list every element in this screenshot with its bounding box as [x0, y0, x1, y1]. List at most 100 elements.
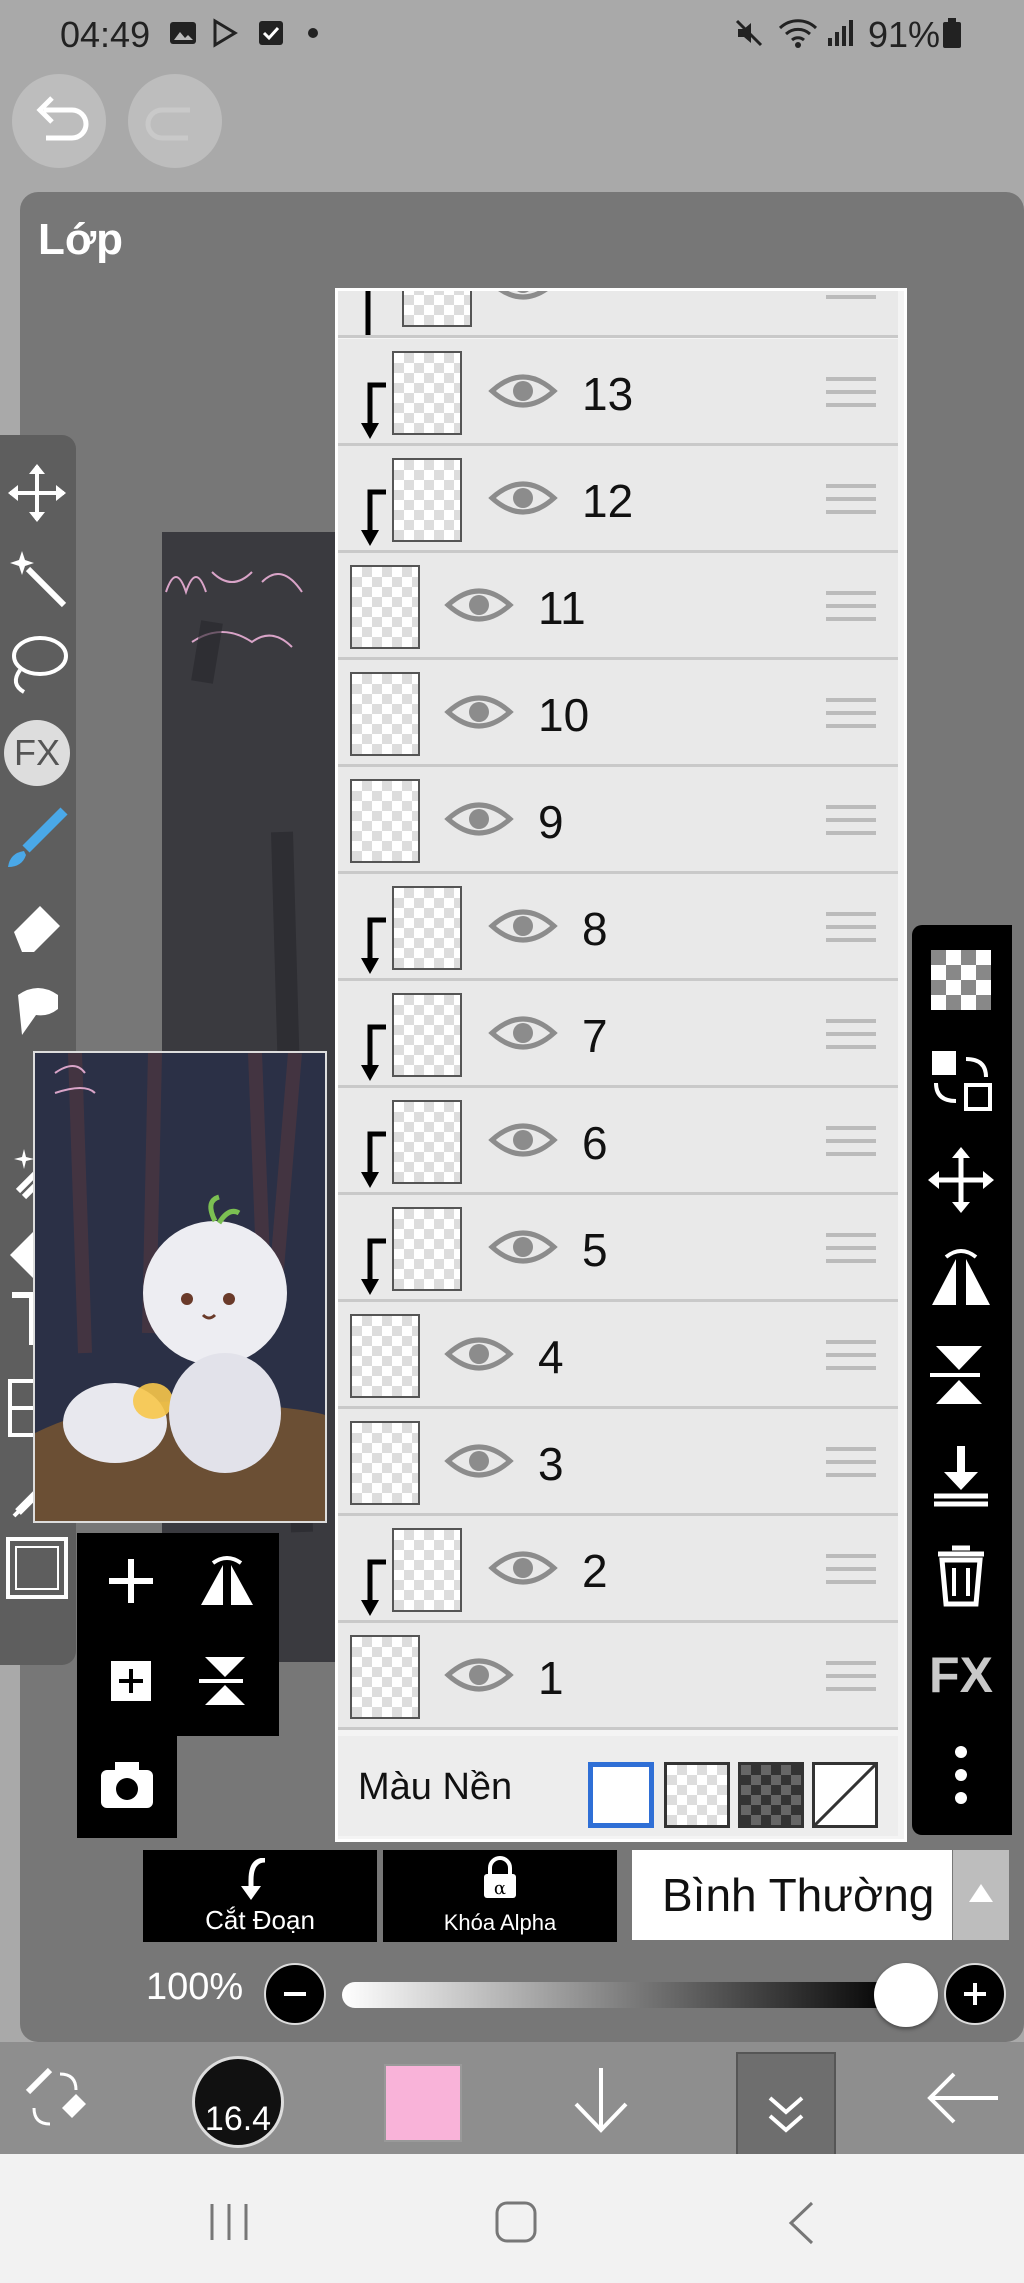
add-layer-icon[interactable] [103, 1553, 159, 1609]
visibility-eye-icon[interactable] [488, 476, 558, 520]
layer-row[interactable]: 1 [338, 1623, 898, 1730]
flip-layer-vertical-icon[interactable] [197, 1653, 257, 1709]
drag-handle-icon[interactable] [826, 1659, 876, 1693]
drag-handle-icon[interactable] [826, 1017, 876, 1051]
clipping-button[interactable]: Cắt Đoạn [143, 1850, 377, 1942]
home-icon[interactable] [494, 2200, 538, 2244]
visibility-eye-icon[interactable] [488, 1225, 558, 1269]
more-notifications-icon [308, 28, 318, 38]
blend-mode-dropdown-button[interactable] [953, 1850, 1009, 1940]
drag-handle-icon[interactable] [826, 803, 876, 837]
background-none-swatch[interactable] [812, 1762, 878, 1828]
visibility-eye-icon[interactable] [488, 369, 558, 413]
blend-mode-select[interactable]: Bình Thường [632, 1850, 952, 1940]
layer-swap-icon[interactable] [926, 1045, 996, 1115]
clip-arrow-icon [361, 1024, 386, 1081]
drag-handle-icon[interactable] [826, 288, 876, 301]
layer-thumbnail [392, 351, 462, 435]
visibility-eye-icon[interactable] [444, 1332, 514, 1376]
visibility-eye-icon[interactable] [444, 690, 514, 734]
layer-panel-toggle-button[interactable] [736, 2052, 836, 2158]
merge-down-icon[interactable] [926, 1440, 996, 1510]
flip-layer-horizontal-icon[interactable] [197, 1553, 257, 1609]
redo-button[interactable] [128, 74, 222, 168]
transparency-checker-icon[interactable] [926, 945, 996, 1015]
layer-list[interactable]: 13 12 11 10 9 8 7 6 5 4 3 2 1 Màu Nền [335, 288, 907, 1842]
clip-arrow-icon [361, 1131, 386, 1188]
layer-row[interactable]: 11 [338, 553, 898, 660]
layer-thumbnail [392, 1528, 462, 1612]
diagonal-slash-icon [815, 1765, 875, 1825]
layer-row[interactable]: 8 [338, 874, 898, 981]
opacity-slider-handle[interactable] [874, 1963, 938, 2027]
signal-icon [828, 20, 853, 46]
delete-layer-icon[interactable] [926, 1540, 996, 1610]
layer-row[interactable]: 7 [338, 981, 898, 1088]
drag-handle-icon[interactable] [826, 1124, 876, 1158]
move-layer-icon[interactable] [926, 1145, 996, 1215]
drag-handle-icon[interactable] [826, 482, 876, 516]
background-transparent-swatch[interactable] [664, 1762, 730, 1828]
visibility-eye-icon[interactable] [444, 1439, 514, 1483]
undo-button[interactable] [12, 74, 106, 168]
visibility-eye-icon[interactable] [488, 904, 558, 948]
current-color-swatch[interactable] [384, 2064, 462, 2142]
fx-filter-button[interactable]: FX [4, 720, 70, 786]
drag-handle-icon[interactable] [826, 910, 876, 944]
layer-row[interactable]: 3 [338, 1409, 898, 1516]
recent-apps-icon[interactable] [208, 2202, 250, 2242]
visibility-eye-icon[interactable] [488, 1546, 558, 1590]
more-options-icon[interactable] [926, 1740, 996, 1810]
eraser-tool-icon[interactable] [4, 890, 70, 956]
lasso-icon[interactable] [4, 630, 70, 696]
bottom-toolbar [0, 2042, 1024, 2158]
layer-row-partial[interactable] [338, 288, 898, 338]
layer-row[interactable]: 9 [338, 767, 898, 874]
drag-handle-icon[interactable] [826, 589, 876, 623]
smudge-tool-icon[interactable] [4, 975, 70, 1041]
layer-row[interactable]: 12 [338, 446, 898, 553]
layer-row[interactable]: 13 [338, 339, 898, 446]
layer-row[interactable]: 5 [338, 1195, 898, 1302]
layer-fx-button[interactable]: FX [926, 1640, 996, 1710]
arrow-down-icon[interactable] [568, 2064, 634, 2136]
background-white-swatch[interactable] [588, 1762, 654, 1828]
layer-thumbnail [392, 458, 462, 542]
layer-row[interactable]: 6 [338, 1088, 898, 1195]
visibility-eye-icon[interactable] [444, 797, 514, 841]
magic-wand-icon[interactable] [4, 545, 70, 611]
background-dark-swatch[interactable] [738, 1762, 804, 1828]
drag-handle-icon[interactable] [826, 1338, 876, 1372]
visibility-eye-icon[interactable] [444, 583, 514, 627]
visibility-eye-icon[interactable] [444, 1653, 514, 1697]
brush-eraser-switch-icon[interactable] [20, 2064, 92, 2134]
visibility-eye-icon[interactable] [488, 1118, 558, 1162]
drag-handle-icon[interactable] [826, 375, 876, 409]
flip-vertical-icon[interactable] [926, 1340, 996, 1410]
drag-handle-icon[interactable] [826, 1445, 876, 1479]
opacity-decrease-button[interactable] [264, 1963, 326, 2025]
clip-arrow-icon [361, 917, 386, 974]
visibility-eye-icon[interactable] [488, 288, 558, 305]
drag-handle-icon[interactable] [826, 1552, 876, 1586]
layer-row[interactable]: 2 [338, 1516, 898, 1623]
visibility-eye-icon[interactable] [488, 1011, 558, 1055]
layer-name: 12 [582, 475, 634, 527]
layer-thumbnail [350, 1635, 420, 1719]
duplicate-layer-icon[interactable] [103, 1653, 159, 1709]
system-back-icon[interactable] [786, 2200, 816, 2246]
layer-row[interactable]: 10 [338, 660, 898, 767]
camera-icon[interactable] [97, 1758, 157, 1814]
drag-handle-icon[interactable] [826, 1231, 876, 1265]
move-tool-icon[interactable] [4, 460, 70, 526]
canvas-frame-icon[interactable] [4, 1535, 70, 1601]
back-arrow-icon[interactable] [926, 2072, 1000, 2124]
brush-tool-icon[interactable] [4, 805, 70, 871]
opacity-increase-button[interactable] [944, 1963, 1006, 2025]
drag-handle-icon[interactable] [826, 696, 876, 730]
alpha-lock-button[interactable]: α Khóa Alpha [383, 1850, 617, 1942]
opacity-slider[interactable] [342, 1982, 900, 2008]
layer-row[interactable]: 4 [338, 1302, 898, 1409]
flip-horizontal-icon[interactable] [926, 1245, 996, 1315]
brush-size-button[interactable]: 16.4 [192, 2056, 284, 2148]
